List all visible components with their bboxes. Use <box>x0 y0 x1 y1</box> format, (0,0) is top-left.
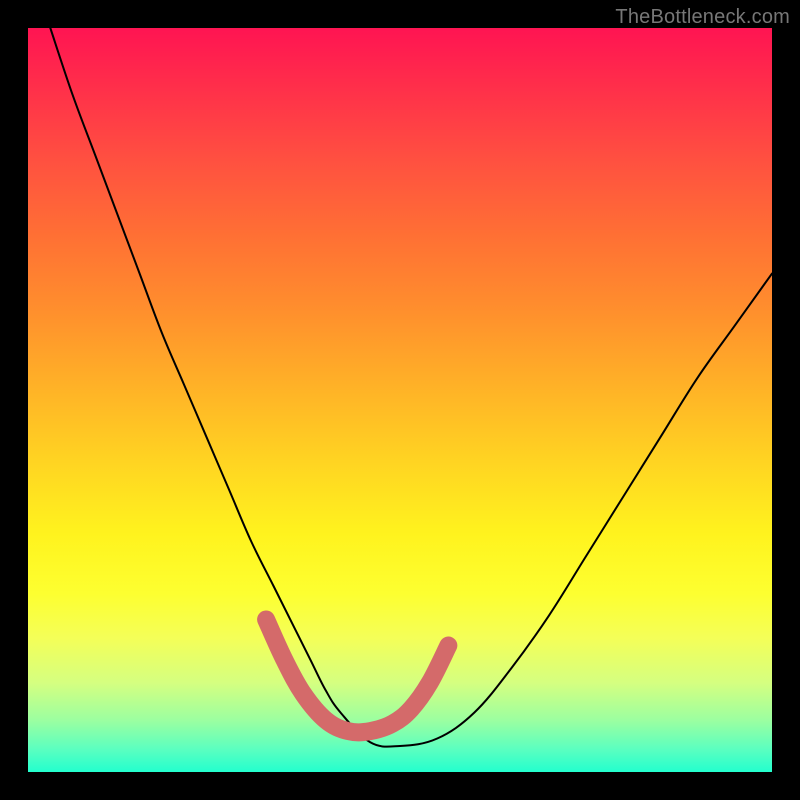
chart-svg <box>28 28 772 772</box>
chart-plot-area <box>28 28 772 772</box>
no-bottleneck-arc <box>266 619 448 732</box>
bottleneck-curve <box>50 28 772 747</box>
watermark-text: TheBottleneck.com <box>615 6 790 29</box>
